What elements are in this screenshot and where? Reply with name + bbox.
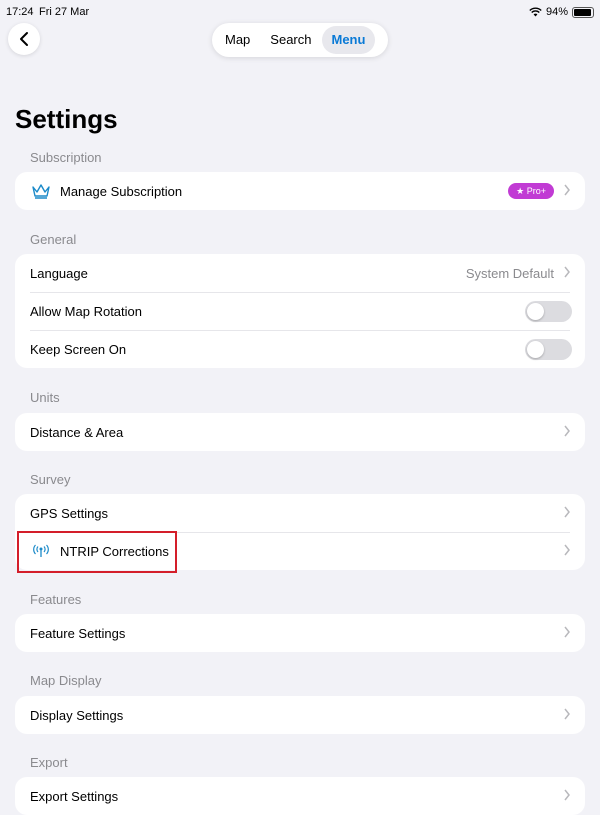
language-row[interactable]: Language System Default <box>15 254 585 292</box>
section-header-map-display: Map Display <box>30 673 102 688</box>
antenna-icon <box>30 540 52 562</box>
tab-menu[interactable]: Menu <box>321 26 376 54</box>
chevron-left-icon <box>20 32 28 46</box>
section-header-subscription: Subscription <box>30 150 102 165</box>
page-title: Settings <box>15 104 118 134</box>
chevron-right-icon <box>564 708 570 720</box>
export-settings-label: Export Settings <box>30 788 119 804</box>
status-right: 94% <box>529 6 594 18</box>
features-card: Feature Settings <box>15 614 585 652</box>
chevron-right-icon <box>564 184 570 196</box>
units-card: Distance & Area <box>15 413 585 451</box>
battery-icon <box>572 6 594 18</box>
star-icon: ★ <box>516 186 525 196</box>
pro-plus-badge: ★ Pro+ <box>508 183 554 199</box>
chevron-right-icon <box>564 544 570 556</box>
manage-subscription-label: Manage Subscription <box>60 183 183 199</box>
battery-percent: 94% <box>545 6 568 18</box>
chevron-right-icon <box>564 789 570 801</box>
section-header-features: Features <box>30 592 82 607</box>
crown-icon <box>30 180 52 202</box>
map-display-card: Display Settings <box>15 696 585 734</box>
distance-area-label: Distance & Area <box>30 424 124 440</box>
status-time: 17:24 <box>6 6 34 18</box>
section-header-survey: Survey <box>30 472 71 487</box>
section-header-units: Units <box>30 390 60 405</box>
keep-screen-on-label: Keep Screen On <box>30 341 127 357</box>
chevron-right-icon <box>564 626 570 638</box>
feature-settings-row[interactable]: Feature Settings <box>15 614 585 652</box>
toggle-knob <box>527 341 544 358</box>
keep-screen-on-row: Keep Screen On <box>15 330 585 368</box>
display-settings-row[interactable]: Display Settings <box>15 696 585 734</box>
pro-plus-badge-label: Pro+ <box>526 186 546 196</box>
export-settings-row[interactable]: Export Settings <box>15 777 585 815</box>
tab-map[interactable]: Map <box>215 26 260 54</box>
chevron-right-icon <box>564 506 570 518</box>
general-card: Language System Default Allow Map Rotati… <box>15 254 585 368</box>
top-tab-bar: Map Search Menu <box>212 23 388 57</box>
chevron-right-icon <box>564 425 570 437</box>
allow-map-rotation-label: Allow Map Rotation <box>30 303 142 319</box>
distance-area-row[interactable]: Distance & Area <box>15 413 585 451</box>
export-card: Export Settings <box>15 777 585 815</box>
gps-settings-label: GPS Settings <box>30 505 109 521</box>
toggle-knob <box>527 303 544 320</box>
ntrip-corrections-label: NTRIP Corrections <box>60 543 169 559</box>
keep-screen-on-toggle[interactable] <box>525 339 572 360</box>
language-value: System Default <box>465 266 554 281</box>
subscription-card: Manage Subscription ★ Pro+ <box>15 172 585 210</box>
ntrip-corrections-row[interactable]: NTRIP Corrections <box>15 532 585 570</box>
display-settings-label: Display Settings <box>30 707 124 723</box>
allow-map-rotation-toggle[interactable] <box>525 301 572 322</box>
status-date: Fri 27 Mar <box>39 6 90 18</box>
tab-search[interactable]: Search <box>260 26 321 54</box>
wifi-icon <box>529 7 542 17</box>
gps-settings-row[interactable]: GPS Settings <box>15 494 585 532</box>
chevron-right-icon <box>564 266 570 278</box>
back-button[interactable] <box>8 23 40 55</box>
feature-settings-label: Feature Settings <box>30 625 126 641</box>
allow-map-rotation-row: Allow Map Rotation <box>15 292 585 330</box>
section-header-export: Export <box>30 755 68 770</box>
manage-subscription-row[interactable]: Manage Subscription ★ Pro+ <box>15 172 585 210</box>
section-header-general: General <box>30 232 77 247</box>
status-bar: 17:24 Fri 27 Mar 94% <box>0 0 600 22</box>
survey-card: GPS Settings NTRIP Corrections <box>15 494 585 570</box>
